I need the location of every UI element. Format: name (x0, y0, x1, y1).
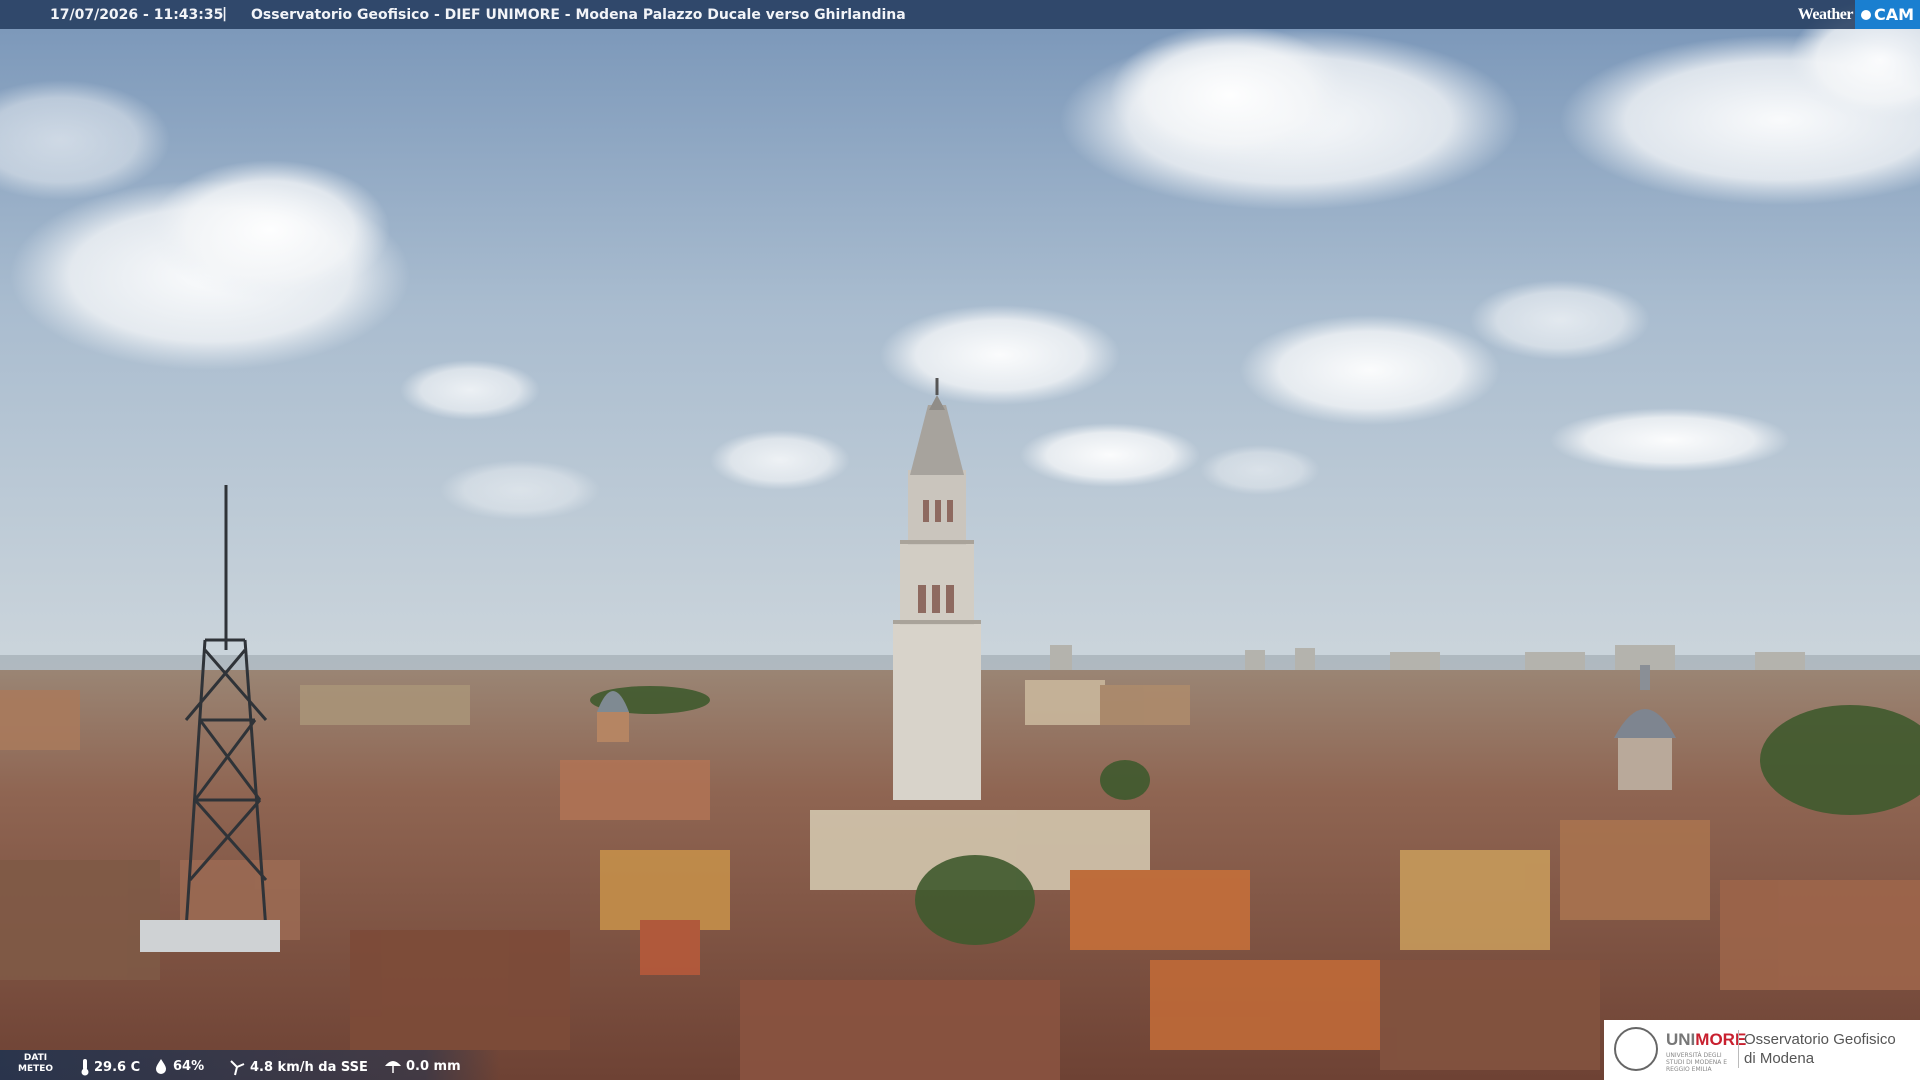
meteo-bar: DATI METEO 29.6 C 64% 4.8 km/h da SSE 0.… (0, 1050, 500, 1080)
timestamp: 17/07/2026 - 11:43:35 (50, 7, 224, 23)
thermometer-icon (81, 1059, 89, 1076)
header-bar: 17/07/2026 - 11:43:35 | Osservatorio Geo… (0, 0, 1920, 29)
camera-title: Osservatorio Geofisico - DIEF UNIMORE - … (251, 7, 906, 23)
humidity-value: 64% (173, 1058, 205, 1074)
logo-divider (1738, 1030, 1739, 1068)
unimore-subtitle: UNIVERSITÀ DEGLI STUDI DI MODENA E REGGI… (1666, 1052, 1728, 1073)
meteo-tag: DATI METEO (18, 1053, 53, 1075)
humidity-reading: 64% (153, 1058, 204, 1074)
humidity-drop-icon (156, 1059, 166, 1074)
logo-cam-badge: CAM (1854, 0, 1920, 29)
logo-weather-text: Weather (1797, 5, 1854, 23)
rain-reading: 0.0 mm (384, 1058, 461, 1074)
temperature-value: 29.6 C (94, 1059, 141, 1075)
rain-umbrella-icon (385, 1061, 401, 1073)
observatory-name: Osservatorio Geofisico di Modena (1744, 1030, 1896, 1068)
observatory-line2: di Modena (1744, 1050, 1815, 1067)
header-separator: | (222, 6, 228, 22)
meteo-tag-line2: METEO (18, 1064, 54, 1074)
wind-turbine-icon (230, 1060, 245, 1076)
unimore-wordmark: UNIMORE (1666, 1030, 1747, 1049)
university-seal-icon (1614, 1027, 1658, 1071)
rain-value: 0.0 mm (406, 1058, 461, 1074)
camera-lens-icon (1860, 9, 1871, 20)
weathercam-logo: Weather CAM (1798, 0, 1920, 29)
observatory-line1: Osservatorio Geofisico (1744, 1031, 1896, 1048)
webcam-image (0, 0, 1920, 1080)
unimore-observatory-logo: UNIMORE UNIVERSITÀ DEGLI STUDI DI MODENA… (1604, 1020, 1920, 1080)
logo-cam-text: CAM (1873, 5, 1914, 24)
temperature-reading: 29.6 C (80, 1058, 140, 1076)
wind-value: 4.8 km/h da SSE (250, 1059, 368, 1075)
wind-reading: 4.8 km/h da SSE (228, 1058, 368, 1076)
meteo-tag-line1: DATI (23, 1053, 48, 1063)
